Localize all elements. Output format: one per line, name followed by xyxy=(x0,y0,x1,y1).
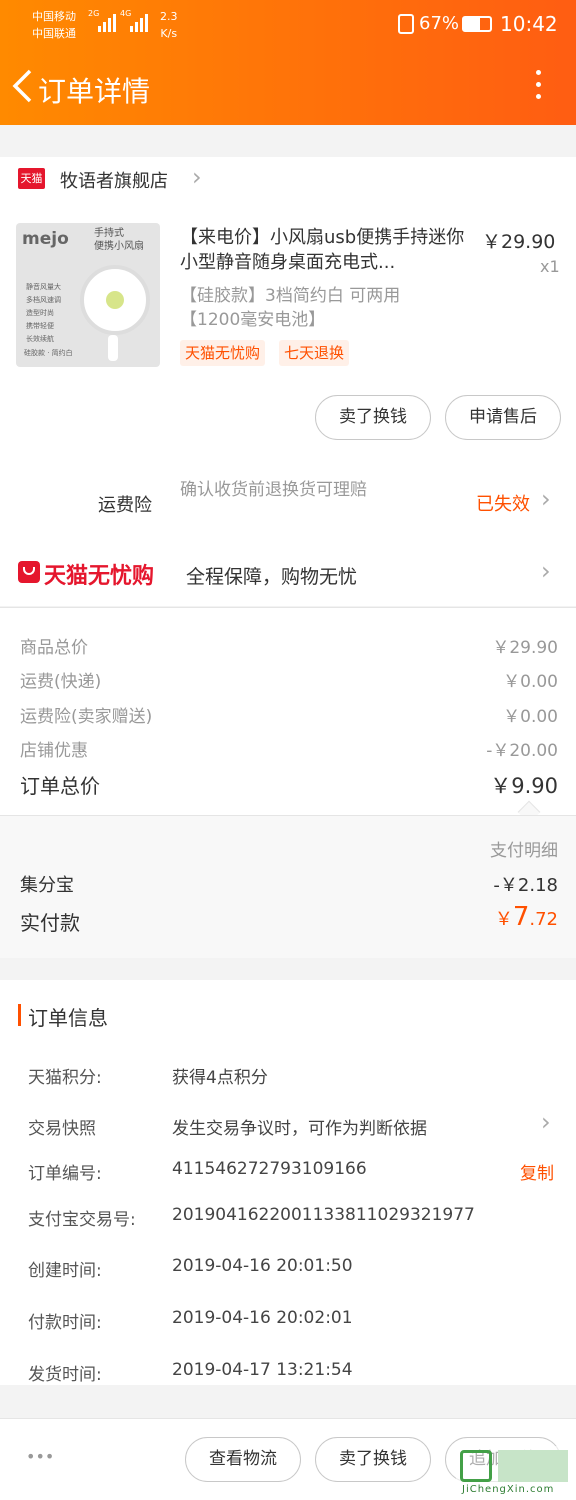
more-options-icon[interactable] xyxy=(530,70,546,104)
product-image-caption-line1: 手持式 xyxy=(94,228,124,239)
more-actions-icon[interactable]: ••• xyxy=(26,1447,54,1466)
shipped-time-label: 发货时间: xyxy=(28,1365,102,1385)
header: 中国移动 中国联通 2G 4G 2.3 K/s 67% 10:42 订单详情 xyxy=(0,0,576,125)
product-image-brand: mejo xyxy=(22,229,69,249)
shop-chevron-icon[interactable]: › xyxy=(192,163,202,191)
carrier-2: 中国联通 xyxy=(32,27,76,40)
paid-amount-value: ￥7.72 xyxy=(495,902,558,932)
jifenbao-value: -￥2.18 xyxy=(493,875,558,896)
product-price: ￥29.90 xyxy=(482,231,556,253)
page-title: 订单详情 xyxy=(38,75,151,108)
product-image[interactable]: mejo 手持式 便携小风扇 静音风量大 多档风速调 造型时尚 携带轻便 长效续… xyxy=(16,223,160,367)
vibrate-icon xyxy=(398,14,414,34)
shipping-insurance-label: 运费险(卖家赠送) xyxy=(20,707,153,727)
created-time-label: 创建时间: xyxy=(28,1261,102,1281)
shipping-insurance-value: ￥0.00 xyxy=(503,707,558,727)
carrier-1: 中国移动 xyxy=(32,10,76,23)
guarantee-chevron-icon: › xyxy=(541,557,551,585)
price-summary: 商品总价 ￥29.90 运费(快递) ￥0.00 运费险(卖家赠送) ￥0.00… xyxy=(0,607,576,824)
tmall-guarantee-text: 全程保障，购物无忧 xyxy=(186,566,358,588)
points-value: 获得4点积分 xyxy=(172,1068,268,1088)
product-image-feature-1: 静音风量大 xyxy=(26,283,61,291)
paid-amount-label: 实付款 xyxy=(20,911,80,935)
snapshot-label[interactable]: 交易快照 xyxy=(28,1114,96,1139)
order-total-label: 订单总价 xyxy=(20,774,100,798)
shipping-label: 运费(快递) xyxy=(20,672,102,692)
product-title[interactable]: 【来电价】小风扇usb便携手持迷你小型静音随身桌面充电式... xyxy=(180,225,470,275)
sell-item-button[interactable]: 卖了换钱 xyxy=(315,395,431,440)
net-speed: 2.3 K/s xyxy=(160,8,178,42)
copy-button[interactable]: 复制 xyxy=(520,1159,554,1184)
net-speed-unit: K/s xyxy=(160,27,178,40)
product-card: 天猫 牧语者旗舰店 › mejo 手持式 便携小风扇 静音风量大 多档风速调 造… xyxy=(0,157,576,460)
product-image-features: 静音风量大 多档风速调 造型时尚 携带轻便 长效续航 xyxy=(26,281,61,346)
shop-name[interactable]: 牧语者旗舰店 xyxy=(60,167,168,193)
battery-percent: 67% xyxy=(419,13,460,34)
product-image-feature-5: 长效续航 xyxy=(26,335,54,343)
fan-graphic xyxy=(80,265,150,335)
after-sale-button[interactable]: 申请售后 xyxy=(445,395,561,440)
order-info-title: 订单信息 xyxy=(28,1006,108,1030)
freight-insurance-row[interactable]: 运费险 确认收货前退换货可理赔 已失效 › xyxy=(0,460,576,544)
freight-insurance-desc: 确认收货前退换货可理赔 xyxy=(180,480,367,500)
payment-detail: 支付明细 集分宝 -￥2.18 实付款 ￥7.72 xyxy=(0,815,576,958)
fan-handle xyxy=(108,335,118,361)
order-info: 订单信息 天猫积分: 获得4点积分 交易快照 发生交易争议时，可作为判断依据 ›… xyxy=(0,980,576,1385)
product-image-caption-line2: 便携小风扇 xyxy=(94,241,144,252)
freight-insurance-status: 已失效 xyxy=(476,494,530,515)
snapshot-value[interactable]: 发生交易争议时，可作为判断依据 xyxy=(172,1114,427,1139)
clock: 10:42 xyxy=(500,12,558,36)
freight-insurance-label: 运费险 xyxy=(98,495,152,516)
tmall-guarantee-row[interactable]: 天猫无忧购 全程保障，购物无忧 › xyxy=(0,544,576,606)
product-image-caption: 手持式 便携小风扇 xyxy=(94,227,144,253)
tag-seven-day-return: 七天退换 xyxy=(279,340,350,366)
tag-tmall-guarantee: 天猫无忧购 xyxy=(180,340,266,366)
jifenbao-label: 集分宝 xyxy=(20,875,74,896)
watermark-text: JiChengXin.com xyxy=(462,1484,555,1495)
order-total-value: ￥9.90 xyxy=(490,774,558,798)
shop-discount-value: -￥20.00 xyxy=(486,741,558,761)
watermark: JiChengXin.com xyxy=(456,1446,574,1498)
product-image-feature-3: 造型时尚 xyxy=(26,309,54,317)
alipay-trade-value: 2019041622001133811029321977 xyxy=(172,1205,475,1225)
net-speed-value: 2.3 xyxy=(160,10,178,23)
product-variant: 【硅胶款】3档简约白 可两用【1200毫安电池】 xyxy=(180,286,401,330)
alipay-trade-label: 支付宝交易号: xyxy=(28,1210,136,1230)
order-number-value: 411546272793109166 xyxy=(172,1159,367,1179)
section-accent-bar xyxy=(18,1004,21,1026)
points-label: 天猫积分: xyxy=(28,1068,102,1088)
snapshot-chevron-icon[interactable]: › xyxy=(541,1108,551,1136)
payment-detail-label: 支付明细 xyxy=(490,841,558,861)
paid-amount-integer: 7 xyxy=(512,902,530,932)
tmall-guarantee-logo: 天猫无忧购 xyxy=(44,564,155,589)
goods-total-value: ￥29.90 xyxy=(492,638,558,658)
product-quantity: x1 xyxy=(540,257,560,276)
freight-chevron-icon: › xyxy=(541,485,551,513)
shipped-time-value: 2019-04-17 13:21:54 xyxy=(172,1360,353,1380)
paid-amount-decimal: .72 xyxy=(529,909,558,930)
carrier-info: 中国移动 中国联通 xyxy=(32,8,76,42)
order-number-label: 订单编号: xyxy=(28,1164,102,1184)
watermark-logo-icon xyxy=(460,1450,492,1482)
shipping-value: ￥0.00 xyxy=(503,672,558,692)
view-logistics-button[interactable]: 查看物流 xyxy=(185,1437,301,1482)
product-image-footer: 硅胶款 · 简约白 xyxy=(24,349,73,357)
created-time-value: 2019-04-16 20:01:50 xyxy=(172,1256,353,1276)
paid-amount-symbol: ￥ xyxy=(494,909,513,930)
watermark-logo-text-icon xyxy=(498,1450,568,1482)
paid-time-value: 2019-04-16 20:02:01 xyxy=(172,1308,353,1328)
back-icon[interactable] xyxy=(10,68,38,104)
product-image-feature-4: 携带轻便 xyxy=(26,322,54,330)
sell-button[interactable]: 卖了换钱 xyxy=(315,1437,431,1482)
tmall-shield-icon xyxy=(18,561,40,583)
tmall-badge: 天猫 xyxy=(18,168,45,189)
paid-time-label: 付款时间: xyxy=(28,1313,102,1333)
goods-total-label: 商品总价 xyxy=(20,638,88,658)
battery-icon xyxy=(462,16,492,32)
shop-discount-label: 店铺优惠 xyxy=(20,741,88,761)
product-image-feature-2: 多档风速调 xyxy=(26,296,61,304)
